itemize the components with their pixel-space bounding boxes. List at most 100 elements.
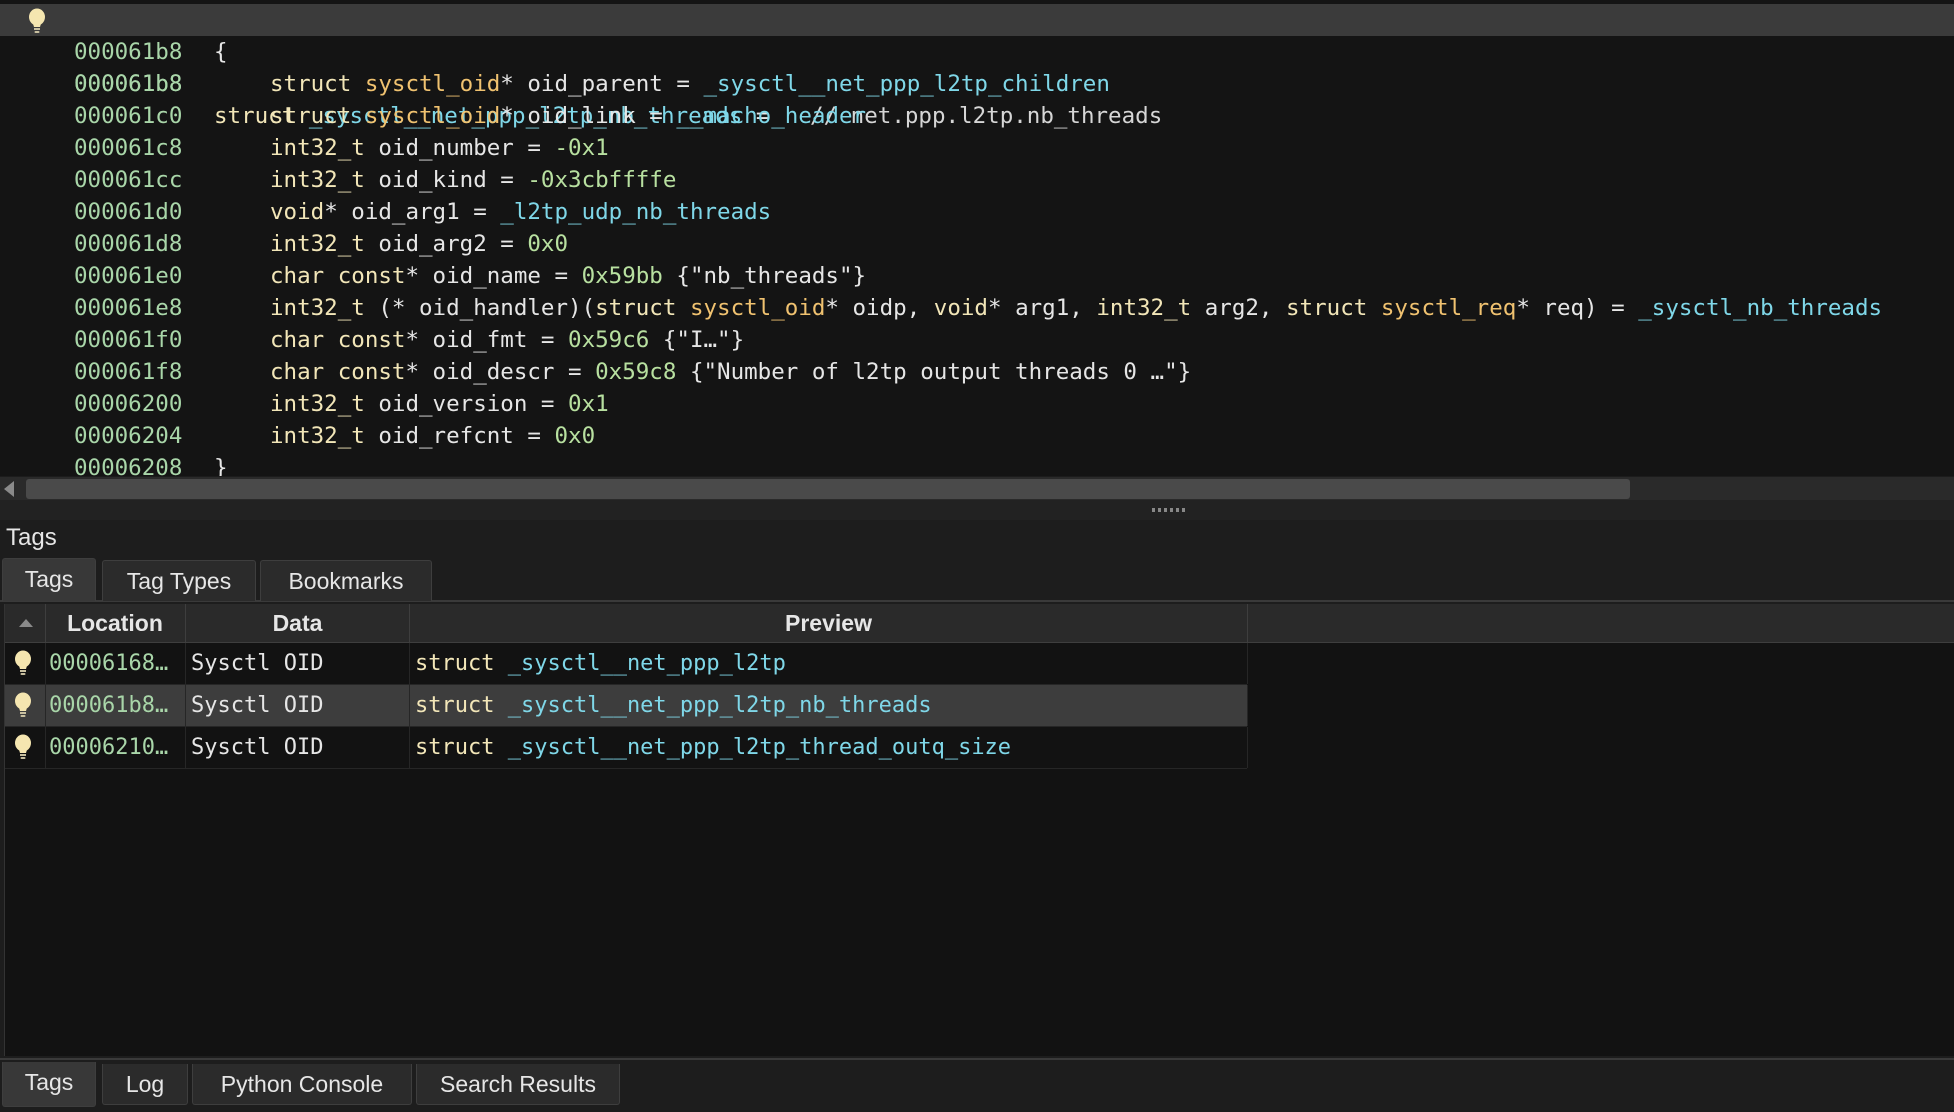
code-address: 00006208 bbox=[74, 455, 183, 476]
number-value[interactable]: -0x3cbffffe bbox=[527, 167, 676, 193]
row-bulb-cell bbox=[5, 727, 46, 768]
code-line[interactable]: 000061c8 int32_t oid_number = -0x1 bbox=[0, 132, 1954, 164]
tab-tags[interactable]: Tags bbox=[2, 558, 96, 601]
tags-panel: Tags Tags Tag Types Bookmarks Location D… bbox=[0, 520, 1954, 1060]
table-row[interactable]: 00006210… Sysctl OID struct _sysctl__net_p… bbox=[5, 727, 1248, 769]
code-statement: int32_t oid_kind = -0x3cbffffe bbox=[214, 164, 676, 196]
symbol-link[interactable]: _sysctl_nb_threads bbox=[1638, 295, 1882, 321]
tag-bulb-icon[interactable] bbox=[26, 8, 48, 34]
symbol-link[interactable]: _sysctl__net_ppp_l2tp_children bbox=[704, 71, 1110, 97]
panel-splitter[interactable] bbox=[0, 500, 1954, 520]
param-name: * arg1, bbox=[987, 295, 1097, 321]
code-line[interactable]: 000061d8 int32_t oid_arg2 = 0x0 bbox=[0, 228, 1954, 260]
panel-title: Tags bbox=[6, 524, 57, 551]
cell-data: Sysctl OID bbox=[191, 643, 410, 684]
number-value[interactable]: 0x0 bbox=[554, 423, 595, 449]
cell-preview[interactable]: struct _sysctl__net_ppp_l2tp_nb_threads bbox=[415, 685, 1248, 726]
splitter-grip-icon[interactable] bbox=[1152, 508, 1186, 512]
field-name: * oid_link = bbox=[500, 103, 677, 129]
code-address: 00006200 bbox=[74, 391, 183, 417]
type-keyword: int32_t bbox=[1096, 295, 1192, 321]
code-statement: int32_t (* oid_handler)(struct sysctl_oi… bbox=[214, 292, 1882, 324]
code-line[interactable]: 000061b8 { bbox=[0, 36, 1954, 68]
field-name: oid_number = bbox=[364, 135, 555, 161]
type-keyword: int32_t bbox=[270, 167, 365, 193]
type-name[interactable]: sysctl_req bbox=[1381, 295, 1516, 321]
column-location[interactable]: Location bbox=[45, 604, 186, 642]
number-value[interactable]: 0x59c6 bbox=[568, 327, 649, 353]
table-row[interactable]: 000061b8… Sysctl OID struct _sysctl__net_p… bbox=[5, 685, 1248, 727]
bottom-tab-python-console[interactable]: Python Console bbox=[192, 1064, 412, 1105]
number-value[interactable]: 0x59bb bbox=[582, 263, 663, 289]
type-keyword: void bbox=[270, 199, 325, 225]
tab-tag-types[interactable]: Tag Types bbox=[102, 560, 256, 601]
table-header: Location Data Preview bbox=[5, 604, 1954, 643]
bottom-tab-tags[interactable]: Tags bbox=[2, 1062, 96, 1107]
number-value[interactable]: 0x0 bbox=[527, 231, 568, 257]
type-name[interactable]: sysctl_oid bbox=[365, 103, 500, 129]
scrollbar-thumb[interactable] bbox=[26, 479, 1630, 499]
type-name[interactable]: sysctl_oid bbox=[690, 295, 825, 321]
code-address: 000061cc bbox=[74, 167, 183, 193]
cell-location[interactable]: 00006168… bbox=[49, 643, 186, 684]
preview-symbol[interactable]: _sysctl__net_ppp_l2tp_nb_threads bbox=[508, 693, 932, 718]
code-address: 000061e8 bbox=[74, 295, 183, 321]
code-statement: } bbox=[214, 452, 228, 476]
cell-preview[interactable]: struct _sysctl__net_ppp_l2tp_thread_outq… bbox=[415, 727, 1248, 768]
param-name: arg2, bbox=[1191, 295, 1287, 321]
type-keyword: int32_t bbox=[270, 231, 365, 257]
tag-bulb-icon bbox=[13, 734, 33, 760]
code-line[interactable]: 000061cc int32_t oid_kind = -0x3cbffffe bbox=[0, 164, 1954, 196]
preview-symbol[interactable]: _sysctl__net_ppp_l2tp bbox=[508, 651, 786, 676]
code-address: 000061f0 bbox=[74, 327, 183, 353]
handler-decl: (* oid_handler)( bbox=[364, 295, 596, 321]
scroll-left-icon[interactable] bbox=[4, 481, 14, 497]
row-bulb-cell bbox=[5, 643, 46, 684]
cell-location[interactable]: 000061b8… bbox=[49, 685, 186, 726]
code-statement: int32_t oid_version = 0x1 bbox=[214, 388, 609, 420]
code-address: 000061c0 bbox=[74, 103, 183, 129]
code-address: 000061d8 bbox=[74, 231, 183, 257]
cell-data: Sysctl OID bbox=[191, 685, 410, 726]
code-line[interactable]: 000061c0 struct sysctl_oid* oid_link = __… bbox=[0, 100, 1954, 132]
code-line[interactable]: 000061b8 struct sysctl_oid* oid_parent = … bbox=[0, 68, 1954, 100]
type-keyword: char const bbox=[270, 359, 406, 385]
column-preview[interactable]: Preview bbox=[410, 604, 1248, 642]
bottom-tabbar: Tags Log Python Console Search Results bbox=[0, 1058, 1954, 1112]
horizontal-scrollbar[interactable] bbox=[0, 476, 1954, 501]
field-name: oid_kind = bbox=[364, 167, 528, 193]
code-address: 00006204 bbox=[74, 423, 183, 449]
bottom-tab-log[interactable]: Log bbox=[102, 1064, 188, 1105]
code-line[interactable]: 000061e8 int32_t (* oid_handler)(struct s… bbox=[0, 292, 1954, 324]
code-statement: char const* oid_descr = 0x59c8 {"Number … bbox=[214, 356, 1191, 388]
cell-preview[interactable]: struct _sysctl__net_ppp_l2tp bbox=[415, 643, 1248, 684]
type-name[interactable]: sysctl_oid bbox=[365, 71, 500, 97]
field-name: oid_refcnt = bbox=[364, 423, 555, 449]
code-line[interactable]: 000061f8 char const* oid_descr = 0x59c8 {… bbox=[0, 356, 1954, 388]
bottom-tab-search-results[interactable]: Search Results bbox=[416, 1064, 620, 1105]
code-address: 000061c8 bbox=[74, 135, 183, 161]
table-row[interactable]: 00006168… Sysctl OID struct _sysctl__net_p… bbox=[5, 643, 1248, 685]
field-name: * oid_descr = bbox=[405, 359, 596, 385]
symbol-link[interactable]: __macho_header bbox=[676, 103, 866, 129]
code-view[interactable]: 000061b8 struct _sysctl__net_ppp_l2tp_nb… bbox=[0, 0, 1954, 476]
tab-bookmarks[interactable]: Bookmarks bbox=[260, 560, 432, 601]
code-line-header[interactable]: 000061b8 struct _sysctl__net_ppp_l2tp_nb… bbox=[0, 4, 1954, 129]
number-value[interactable]: -0x1 bbox=[554, 135, 608, 161]
preview-symbol[interactable]: _sysctl__net_ppp_l2tp_thread_outq_size bbox=[508, 735, 1011, 760]
preview-keyword: struct bbox=[415, 693, 495, 718]
code-line[interactable]: 00006208} bbox=[0, 452, 1954, 476]
symbol-link[interactable]: _l2tp_udp_nb_threads bbox=[500, 199, 771, 225]
code-line[interactable]: 000061e0 char const* oid_name = 0x59bb {"… bbox=[0, 260, 1954, 292]
code-address: 000061e0 bbox=[74, 263, 183, 289]
column-data[interactable]: Data bbox=[186, 604, 410, 642]
number-value[interactable]: 0x59c8 bbox=[595, 359, 676, 385]
code-line[interactable]: 000061f0 char const* oid_fmt = 0x59c6 {"I… bbox=[0, 324, 1954, 356]
number-value[interactable]: 0x1 bbox=[568, 391, 609, 417]
code-line[interactable]: 000061d0 void* oid_arg1 = _l2tp_udp_nb_th… bbox=[0, 196, 1954, 228]
code-line[interactable]: 00006200 int32_t oid_version = 0x1 bbox=[0, 388, 1954, 420]
cell-location[interactable]: 00006210… bbox=[49, 727, 186, 768]
code-line[interactable]: 00006204 int32_t oid_refcnt = 0x0 bbox=[0, 420, 1954, 452]
sort-column-header[interactable] bbox=[5, 604, 46, 642]
code-statement: char const* oid_fmt = 0x59c6 {"I…"} bbox=[214, 324, 744, 356]
